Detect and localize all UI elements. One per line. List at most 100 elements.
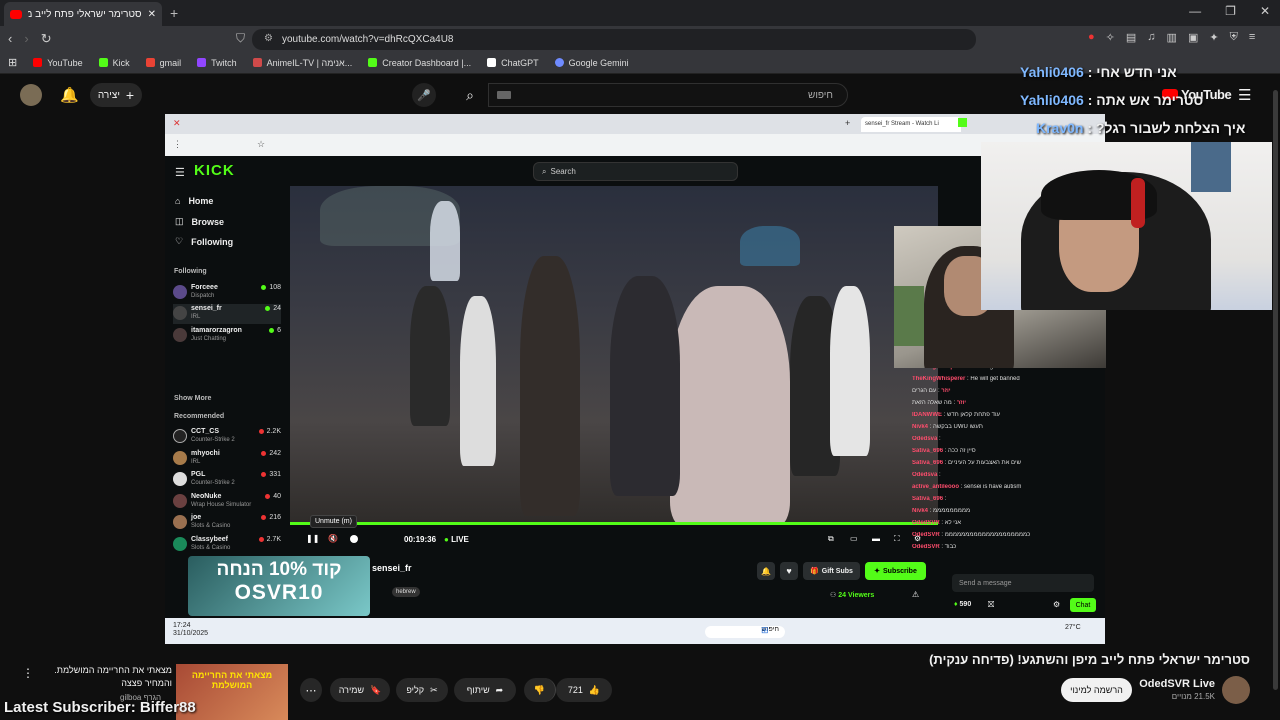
bookmark-gmail[interactable]: gmail	[145, 58, 181, 68]
save-button[interactable]: שמירה 🔖	[330, 678, 390, 702]
kick-chat-user: Nivk4	[912, 508, 929, 514]
nav-label: Home	[188, 196, 214, 206]
channel-viewers: 2.7K	[259, 536, 281, 543]
scrollbar-thumb[interactable]	[1273, 90, 1278, 690]
channel-avatar	[173, 472, 187, 486]
notifications-bell-icon[interactable]: 🔔	[60, 86, 79, 104]
close-tab-icon[interactable]: ✕	[148, 9, 156, 20]
site-info-icon[interactable]: ⚙	[264, 33, 273, 44]
create-button[interactable]: יצירה +	[90, 83, 142, 107]
taskbar-search: חיפוש	[705, 626, 785, 638]
new-tab-button[interactable]: +	[170, 5, 178, 21]
kick-chat-user: active_antileooo	[912, 484, 960, 490]
weather-widget: 27°C	[1065, 624, 1081, 631]
bookmark-kick[interactable]: Kick	[98, 58, 130, 68]
puzzle-icon[interactable]: ✧	[1106, 31, 1115, 44]
keyboard-icon[interactable]	[497, 91, 511, 99]
player-controls: ❚❚ 🔇 00:19:36 ● LIVE ⧉ ▭ ▬ ⛶ ⚙	[300, 534, 930, 548]
menu-icon[interactable]: ≡	[1249, 31, 1255, 44]
channel-category: IRL	[191, 459, 201, 465]
bookmark-twitch[interactable]: Twitch	[197, 58, 237, 68]
browser-tab-active[interactable]: סטרימר ישראלי פתח לייב מיפן וה ✕	[4, 2, 162, 26]
pause-icon[interactable]: ❚❚	[306, 534, 319, 543]
close-icon: ✕	[173, 118, 181, 128]
music-icon[interactable]: ♫	[1147, 31, 1155, 44]
nav-buttons: ‹ › ↻	[8, 31, 52, 47]
close-window-icon[interactable]: ✕	[1260, 4, 1270, 18]
voice-search-icon[interactable]: 🎤	[412, 83, 436, 107]
following-header: Following	[174, 268, 207, 275]
bookmark-creator-dashboard[interactable]: Creator Dashboard |...	[368, 58, 471, 68]
channel-avatar	[173, 515, 187, 529]
kick-nav-browse: ◫ Browse	[175, 216, 224, 227]
channel-avatar	[173, 494, 187, 508]
street-sign	[430, 201, 460, 281]
search-input[interactable]: חיפוש	[488, 83, 848, 107]
reload-icon[interactable]: ↻	[41, 31, 52, 47]
subscribe-button[interactable]: הרשמה למינוי	[1061, 678, 1132, 702]
forward-icon[interactable]: ›	[24, 31, 28, 47]
theater-icon[interactable]: ▬	[872, 534, 880, 543]
nav-label: Browse	[191, 216, 225, 227]
taskbar-clock: 17:24 31/10/2025	[173, 622, 208, 638]
address-bar[interactable]: youtube.com/watch?v=dhRcQXCa4U8	[252, 29, 976, 50]
volume-slider-knob[interactable]	[350, 535, 358, 543]
volume-muted-icon[interactable]: 🔇	[328, 534, 338, 543]
channel-name: sensei_fr	[191, 305, 222, 312]
apps-grid-icon[interactable]: ⊞	[8, 56, 17, 69]
clip-button[interactable]: קליפ ✂	[396, 678, 448, 702]
share-button[interactable]: שיתוף ➦	[454, 678, 516, 702]
extension-icon[interactable]: ●	[1088, 31, 1095, 44]
bookmark-page-icon[interactable]: ⛉	[236, 31, 245, 46]
taskbar-date: 31/10/2025	[173, 630, 209, 637]
channel-item: CCT_CS Counter-Strike 2 2.2K	[173, 427, 281, 447]
restore-icon[interactable]: ❐	[1225, 4, 1236, 18]
wallet-icon[interactable]: ▣	[1188, 31, 1198, 44]
neon-lights	[740, 226, 800, 266]
like-button[interactable]: 721 👍	[556, 678, 612, 702]
account-avatar[interactable]	[20, 84, 42, 106]
search-icon[interactable]: ⌕	[452, 83, 488, 107]
more-actions-icon[interactable]: ⋯	[300, 678, 322, 702]
channel-item: PGL Counter-Strike 2 331	[173, 470, 281, 490]
kick-chat-user: OdedSVR	[912, 532, 940, 538]
kick-chat-line: יוזר : מה שאלה הזאת	[912, 400, 967, 406]
recommended-more-icon[interactable]: ⋮	[22, 666, 34, 680]
live-progress-bar[interactable]	[290, 522, 938, 525]
kick-chat-user: Sativa_696	[912, 448, 944, 454]
channel-name: itamarorzagron	[191, 327, 242, 334]
inner-tab: sensei_fr Stream - Watch Li	[861, 117, 961, 132]
clip-icon[interactable]: ⧉	[828, 534, 834, 544]
kick-search-input: ⌕ Search	[533, 162, 738, 181]
ai-icon[interactable]: ✦	[1209, 31, 1218, 44]
kick-chat-line: Nivk4 : בבקשה UWU תעשו	[912, 424, 983, 430]
vpn-icon[interactable]: ⛨	[1230, 31, 1238, 44]
bookmark-animeil[interactable]: AnimeIL-TV | אנימה...	[252, 58, 352, 68]
kick-nav-following: ♡ Following	[175, 236, 233, 247]
recommended-header: Recommended	[174, 413, 225, 420]
kick-chat-line: IDANWWE : עוד פתחת קלאן חדש	[912, 412, 1000, 418]
back-icon[interactable]: ‹	[8, 31, 12, 47]
gift-subs-label: Gift Subs	[821, 567, 853, 575]
minimize-icon[interactable]: —	[1189, 4, 1201, 18]
recommended-title[interactable]: מצאתי את החריימה המושלמת. והמחיר פצצה	[40, 664, 172, 690]
pip-icon[interactable]: ▭	[850, 534, 858, 543]
windows-taskbar: 17:24 31/10/2025 חיפוש ⊞ 27°C	[165, 618, 1105, 644]
tag-badge: hebrew	[392, 587, 420, 597]
channel-name: joe	[191, 514, 202, 521]
kick-chat-line: OdedSVR : כממממממממממממממממממממ	[912, 532, 1031, 538]
sidebar-icon[interactable]: ▤	[1126, 31, 1136, 44]
bookmark-gemini[interactable]: Google Gemini	[554, 58, 629, 68]
kick-chat-panel: TheKingWhisperer : He will get bannedThe…	[912, 364, 1104, 554]
reading-list-icon[interactable]: ▥	[1167, 31, 1177, 44]
fullscreen-icon[interactable]: ⛶	[894, 534, 900, 544]
thumbnail-text: מצאתי את החריימה המושלמת	[191, 670, 273, 690]
bookmark-youtube[interactable]: YouTube	[33, 58, 83, 68]
channel-avatar[interactable]	[1222, 676, 1250, 704]
pedestrian	[830, 286, 870, 456]
dislike-button[interactable]: 👎	[524, 678, 556, 702]
kick-chat-user: OdedSVR	[912, 520, 940, 526]
guide-menu-icon[interactable]: ☰	[1238, 86, 1251, 104]
channel-name[interactable]: OdedSVR Live	[1139, 678, 1215, 690]
bookmark-chatgpt[interactable]: ChatGPT	[487, 58, 539, 68]
